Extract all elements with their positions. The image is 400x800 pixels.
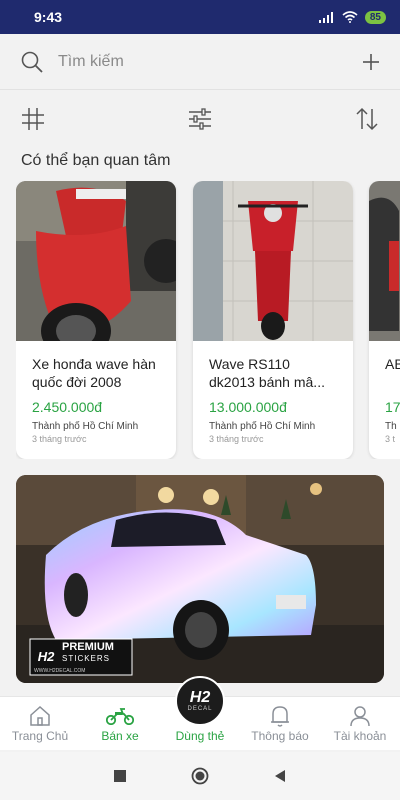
add-icon[interactable] bbox=[362, 53, 380, 71]
listing-card[interactable]: Xe honđa wave hàn quốc đời 2008 2.450.00… bbox=[16, 181, 176, 459]
listing-title[interactable]: AB bbox=[385, 355, 400, 391]
user-icon bbox=[350, 706, 370, 727]
banner-logo-subtitle: STICKERS bbox=[62, 654, 111, 663]
motorbike-icon bbox=[106, 708, 134, 725]
filter-toolbar bbox=[0, 98, 400, 140]
status-icons: 85 bbox=[318, 10, 386, 24]
listing-card[interactable]: AB 17 Th 3 t bbox=[369, 181, 400, 459]
listing-time: 3 t bbox=[385, 434, 396, 444]
nav-home[interactable]: Trang Chủ bbox=[0, 697, 80, 750]
nav-sell[interactable]: Bán xe bbox=[80, 697, 160, 750]
listing-card[interactable]: Wave RS110 dk2013 bánh mâ... 13.000.000đ… bbox=[193, 181, 353, 459]
filter-sliders-icon[interactable] bbox=[187, 106, 213, 132]
back-icon[interactable] bbox=[273, 769, 287, 783]
nav-home-label: Trang Chủ bbox=[11, 729, 69, 743]
listing-title[interactable]: Xe honđa wave hàn quốc đời 2008 bbox=[32, 355, 160, 391]
status-time: 9:43 bbox=[34, 9, 63, 25]
promo-banner[interactable]: H2 PREMIUM STICKERS WWW.H2DECAL.COM bbox=[16, 475, 384, 683]
banner-logo-brand: H2 bbox=[37, 648, 55, 664]
battery-indicator: 85 bbox=[364, 10, 386, 24]
recent-apps-icon[interactable] bbox=[113, 769, 127, 783]
listing-price: 17 bbox=[385, 399, 400, 415]
listing-photo[interactable] bbox=[369, 181, 400, 341]
listing-photo[interactable] bbox=[16, 181, 176, 341]
nav-use-card-label: Dùng thẻ bbox=[175, 729, 225, 743]
nav-sell-label: Bán xe bbox=[101, 729, 139, 743]
banner-logo-url: WWW.H2DECAL.COM bbox=[34, 668, 86, 674]
nav-account[interactable]: Tài khoản bbox=[320, 697, 400, 750]
listing-location: Th bbox=[385, 421, 397, 432]
listing-location: Thành phố Hồ Chí Minh bbox=[209, 421, 316, 432]
section-title: Có thể bạn quan tâm bbox=[21, 152, 171, 169]
badge-sub: DECAL bbox=[187, 706, 213, 712]
nav-account-label: Tài khoản bbox=[333, 729, 387, 743]
home-icon bbox=[30, 705, 50, 726]
search-bar[interactable]: Tìm kiếm bbox=[0, 34, 400, 90]
signal-icon bbox=[318, 11, 333, 23]
wifi-icon bbox=[342, 11, 358, 23]
nav-notifications[interactable]: Thông báo bbox=[240, 697, 320, 750]
bell-icon bbox=[271, 706, 289, 727]
listing-carousel[interactable]: Xe honđa wave hàn quốc đời 2008 2.450.00… bbox=[16, 181, 400, 459]
badge-brand: H2 bbox=[189, 689, 211, 706]
home-button-icon[interactable] bbox=[191, 767, 209, 785]
status-bar: 9:43 85 bbox=[0, 0, 400, 34]
system-navigation bbox=[0, 752, 400, 800]
listing-time: 3 tháng trước bbox=[32, 434, 87, 444]
listing-photo[interactable] bbox=[193, 181, 353, 341]
listing-title[interactable]: Wave RS110 dk2013 bánh mâ... bbox=[209, 355, 337, 391]
h2-decal-badge[interactable]: H2 DECAL bbox=[175, 676, 225, 726]
listing-location: Thành phố Hồ Chí Minh bbox=[32, 421, 139, 432]
listing-time: 3 tháng trước bbox=[209, 434, 264, 444]
search-input[interactable]: Tìm kiếm bbox=[58, 53, 362, 71]
nav-notifications-label: Thông báo bbox=[251, 729, 309, 743]
grid-icon[interactable] bbox=[20, 106, 46, 132]
banner-logo-title: PREMIUM bbox=[62, 641, 114, 653]
sort-icon[interactable] bbox=[354, 106, 380, 132]
listing-price: 13.000.000đ bbox=[209, 399, 287, 415]
listing-price: 2.450.000đ bbox=[32, 399, 103, 415]
search-icon[interactable] bbox=[20, 50, 44, 74]
